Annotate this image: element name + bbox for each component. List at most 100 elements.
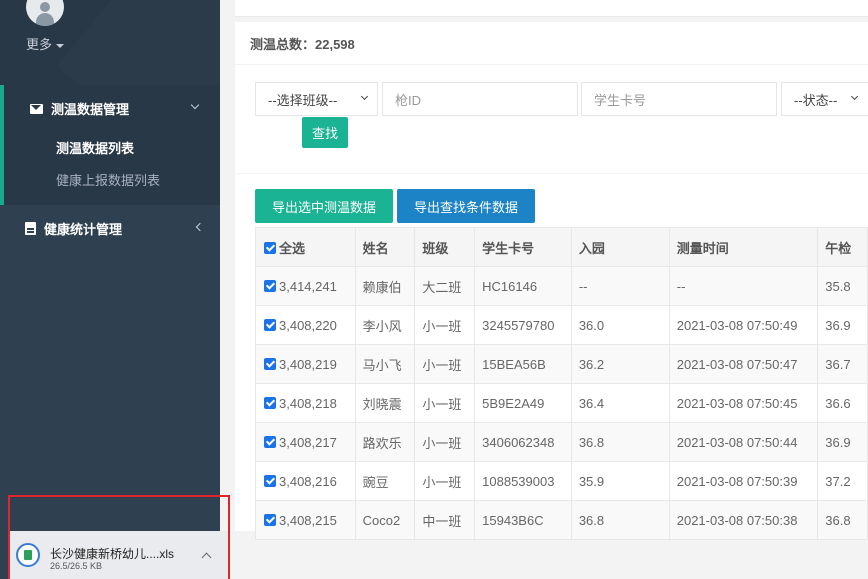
column-header-time: 测量时间 — [668, 227, 819, 267]
menu-item-label: 测温数据管理 — [51, 102, 130, 117]
column-header-arrival: 入园 — [570, 227, 670, 267]
document-icon — [25, 222, 36, 235]
menu-item-health-statistics[interactable]: 健康统计管理 — [25, 219, 122, 238]
row-id-label: 3,408,220 — [279, 317, 337, 333]
status-select-value: --状态-- — [794, 92, 838, 108]
menu-item-temperature-management[interactable]: 测温数据管理 — [30, 99, 129, 118]
cell-row-id: 3,408,219 — [255, 344, 356, 384]
cell-class-name: 小一班 — [414, 461, 476, 501]
select-all-header[interactable]: 全选 — [255, 227, 356, 267]
cell-arrival-temp: -- — [570, 266, 670, 306]
cell-student-name: 赖康伯 — [354, 266, 416, 306]
more-dropdown[interactable]: 更多 — [26, 34, 65, 53]
column-header-noon-check: 午检 — [817, 227, 868, 267]
header-decoration — [56, 0, 220, 85]
cell-student-name: Coco2 — [354, 500, 416, 540]
cell-arrival-temp: 36.8 — [570, 500, 670, 540]
table-row: 3,408,218 刘晓震 小一班 5B9E2A49 36.4 2021-03-08 07… — [255, 383, 868, 423]
cell-noon-temp: 36.6 — [817, 383, 868, 423]
row-checkbox[interactable] — [264, 474, 276, 487]
cell-row-id: 3,414,241 — [255, 266, 356, 306]
gun-id-placeholder: 枪ID — [395, 92, 422, 108]
avatar[interactable] — [26, 0, 64, 26]
row-id-label: 3,408,219 — [279, 356, 337, 372]
cell-measure-time: 2021-03-08 07:50:38 — [668, 500, 819, 540]
status-select[interactable]: --状态-- — [781, 82, 868, 116]
profile-header: 更多 — [0, 0, 220, 85]
temperature-total: 测温总数：22,598 — [250, 37, 355, 52]
row-id-label: 3,408,217 — [279, 434, 337, 450]
row-checkbox[interactable] — [264, 279, 276, 292]
column-header-card: 学生卡号 — [474, 227, 572, 267]
cell-student-card: 3245579780 — [474, 305, 572, 345]
cell-student-card: 15BEA56B — [474, 344, 572, 384]
table-row: 3,414,241 赖康伯 大二班 HC16146 -- -- 35.8 — [255, 266, 868, 306]
table-header-row: 全选 姓名 班级 学生卡号 入园 测量时间 午检 — [255, 227, 868, 267]
cell-row-id: 3,408,217 — [255, 422, 356, 462]
cell-measure-time: 2021-03-08 07:50:45 — [668, 383, 819, 423]
user-icon-body — [36, 13, 54, 26]
cell-noon-temp: 36.8 — [817, 500, 868, 540]
caret-down-icon — [56, 43, 65, 48]
cell-measure-time: 2021-03-08 07:50:49 — [668, 305, 819, 345]
cell-student-card: 1088539003 — [474, 461, 572, 501]
row-checkbox[interactable] — [264, 357, 276, 370]
cell-arrival-temp: 35.9 — [570, 461, 670, 501]
submenu-item-temperature-list[interactable]: 测温数据列表 — [56, 138, 134, 157]
highlight-box — [8, 495, 230, 579]
cell-student-name: 刘晓震 — [354, 383, 416, 423]
cell-measure-time: 2021-03-08 07:50:39 — [668, 461, 819, 501]
export-selected-button[interactable]: 导出选中测温数据 — [255, 189, 393, 223]
cell-class-name: 中一班 — [414, 500, 476, 540]
cell-student-name: 马小飞 — [354, 344, 416, 384]
column-header-class: 班级 — [414, 227, 476, 267]
envelope-icon — [30, 103, 43, 114]
sidebar: 更多 测温数据管理 测温数据列表 健康上报数据列表 健康统计管理 — [0, 0, 220, 579]
row-id-label: 3,408,215 — [279, 512, 337, 528]
cell-measure-time: 2021-03-08 07:50:44 — [668, 422, 819, 462]
student-card-input[interactable]: 学生卡号 — [581, 82, 777, 116]
class-select[interactable]: --选择班级-- — [255, 82, 378, 116]
cell-noon-temp: 36.9 — [817, 422, 868, 462]
table-row: 3,408,219 马小飞 小一班 15BEA56B 36.2 2021-03-08 07… — [255, 344, 868, 384]
cell-row-id: 3,408,216 — [255, 461, 356, 501]
table-row: 3,408,215 Coco2 中一班 15943B6C 36.8 2021-03-08 … — [255, 500, 868, 540]
student-card-placeholder: 学生卡号 — [594, 92, 647, 108]
cell-measure-time: 2021-03-08 07:50:47 — [668, 344, 819, 384]
cell-row-id: 3,408,218 — [255, 383, 356, 423]
cell-class-name: 小一班 — [414, 305, 476, 345]
cell-student-name: 李小风 — [354, 305, 416, 345]
cell-class-name: 小一班 — [414, 422, 476, 462]
more-label: 更多 — [26, 37, 53, 52]
top-bar — [235, 0, 868, 17]
row-id-label: 3,408,216 — [279, 473, 337, 489]
submenu-item-health-report-list[interactable]: 健康上报数据列表 — [56, 170, 160, 189]
row-id-label: 3,414,241 — [279, 278, 337, 294]
column-header-name: 姓名 — [354, 227, 416, 267]
cell-arrival-temp: 36.4 — [570, 383, 670, 423]
cell-row-id: 3,408,215 — [255, 500, 356, 540]
table-row: 3,408,217 路欢乐 小一班 3406062348 36.8 2021-03-08 … — [255, 422, 868, 462]
cell-student-card: 15943B6C — [474, 500, 572, 540]
row-checkbox[interactable] — [264, 435, 276, 448]
checkbox-checked-icon[interactable] — [264, 241, 276, 254]
cell-student-name: 路欢乐 — [354, 422, 416, 462]
search-button[interactable]: 查找 — [302, 117, 348, 148]
row-checkbox[interactable] — [264, 513, 276, 526]
cell-student-card: 3406062348 — [474, 422, 572, 462]
export-query-button[interactable]: 导出查找条件数据 — [397, 189, 535, 223]
cell-arrival-temp: 36.8 — [570, 422, 670, 462]
row-checkbox[interactable] — [264, 318, 276, 331]
cell-arrival-temp: 36.2 — [570, 344, 670, 384]
class-select-value: --选择班级-- — [268, 92, 338, 108]
row-checkbox[interactable] — [264, 396, 276, 409]
cell-arrival-temp: 36.0 — [570, 305, 670, 345]
user-icon — [40, 2, 50, 12]
cell-noon-temp: 35.8 — [817, 266, 868, 306]
cell-class-name: 大二班 — [414, 266, 476, 306]
gun-id-input[interactable]: 枪ID — [382, 82, 578, 116]
chevron-down-icon — [850, 92, 859, 101]
chevron-left-icon — [195, 222, 205, 232]
cell-student-card: 5B9E2A49 — [474, 383, 572, 423]
cell-noon-temp: 37.2 — [817, 461, 868, 501]
